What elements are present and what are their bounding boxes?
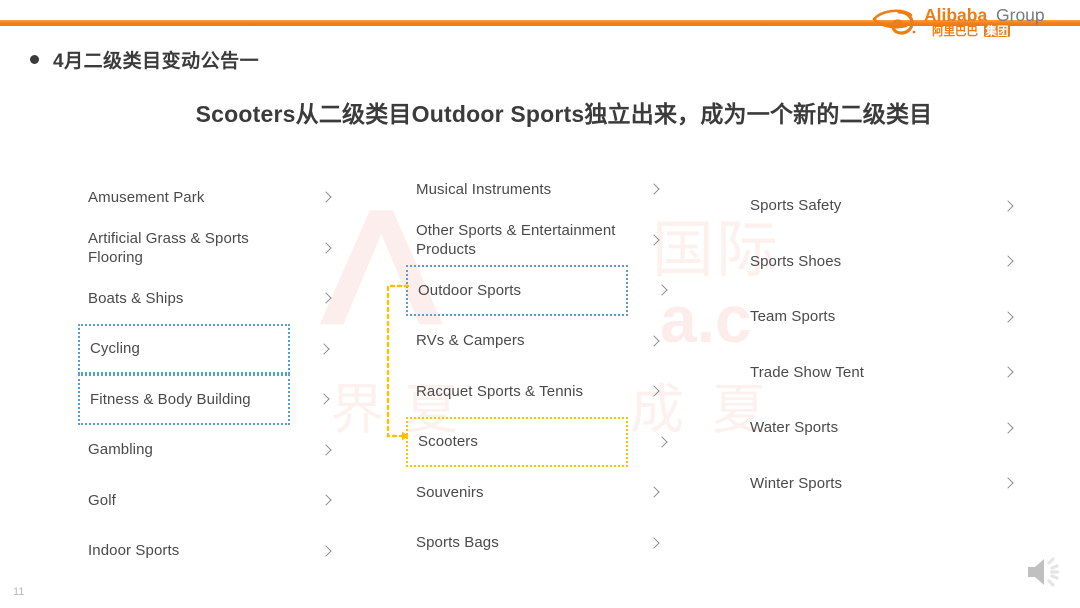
svg-text:集团: 集团: [985, 24, 1009, 38]
chevron-right-icon[interactable]: [656, 435, 670, 449]
category-label: Winter Sports: [750, 474, 843, 492]
category-label: Trade Show Tent: [750, 363, 865, 381]
category-row[interactable]: Golf: [78, 475, 336, 526]
category-label: Outdoor Sports: [418, 281, 522, 299]
category-row[interactable]: Sports Safety: [740, 178, 1018, 234]
chevron-right-icon[interactable]: [1002, 476, 1016, 490]
chevron-right-icon[interactable]: [320, 291, 334, 305]
chevron-right-icon[interactable]: [648, 182, 662, 196]
svg-text:阿里巴巴: 阿里巴巴: [932, 24, 978, 38]
category-label: Sports Safety: [750, 197, 842, 215]
chevron-right-icon[interactable]: [648, 485, 662, 499]
category-label: Fitness & Body Building: [90, 390, 251, 408]
category-row[interactable]: Scooters: [406, 416, 628, 467]
chevron-right-icon[interactable]: [318, 392, 332, 406]
category-label: Other Sports & Entertainment Products: [416, 221, 616, 258]
category-label: Indoor Sports: [88, 542, 180, 560]
chevron-right-icon[interactable]: [1002, 310, 1016, 324]
category-row[interactable]: Trade Show Tent: [740, 345, 1018, 401]
category-label: RVs & Campers: [416, 332, 525, 350]
category-label: Souvenirs: [416, 483, 484, 501]
chevron-right-icon[interactable]: [320, 493, 334, 507]
category-label: Amusement Park: [88, 188, 205, 206]
category-label: Gambling: [88, 441, 153, 459]
bullet-heading: 4月二级类目变动公告一: [30, 46, 259, 73]
category-row[interactable]: Racquet Sports & Tennis: [406, 366, 664, 417]
category-label: Racquet Sports & Tennis: [416, 382, 584, 400]
bullet-heading-label: 4月二级类目变动公告一: [53, 51, 260, 72]
category-column-3: Sports Safety Sports Shoes Team Sports Trad…: [740, 178, 1018, 511]
category-row[interactable]: Outdoor Sports: [406, 265, 628, 316]
chevron-right-icon[interactable]: [648, 334, 662, 348]
svg-text:Group: Group: [996, 5, 1045, 25]
chevron-right-icon[interactable]: [648, 384, 662, 398]
category-row[interactable]: RVs & Campers: [406, 316, 664, 367]
speaker-icon[interactable]: [1018, 548, 1066, 596]
slide-subtitle: Scooters从二级类目Outdoor Sports独立出来，成为一个新的二级…: [195, 101, 933, 127]
category-label: Cycling: [90, 340, 140, 358]
chevron-right-icon[interactable]: [648, 536, 662, 550]
category-row[interactable]: Amusement Park: [78, 172, 336, 223]
category-label: Artificial Grass & Sports Flooring: [88, 229, 249, 266]
category-row[interactable]: Artificial Grass & Sports Flooring: [78, 223, 336, 274]
category-row[interactable]: Sports Shoes: [740, 234, 1018, 290]
category-label: Team Sports: [750, 308, 836, 326]
category-label: Boats & Ships: [88, 289, 184, 307]
category-label: Scooters: [418, 433, 478, 451]
svg-text:Alibaba: Alibaba: [924, 5, 987, 25]
chevron-right-icon[interactable]: [320, 544, 334, 558]
chevron-right-icon[interactable]: [1002, 254, 1016, 268]
category-row[interactable]: Other Sports & Entertainment Products: [406, 215, 664, 266]
category-row[interactable]: Cycling: [78, 323, 290, 374]
chevron-right-icon[interactable]: [1002, 199, 1016, 213]
category-row[interactable]: Water Sports: [740, 400, 1018, 456]
category-row[interactable]: Boats & Ships: [78, 273, 336, 324]
bullet-dot-icon: [30, 55, 39, 64]
watermark-latin: a.c: [660, 282, 752, 356]
category-row[interactable]: Musical Instruments: [406, 164, 664, 215]
chevron-right-icon[interactable]: [320, 190, 334, 204]
category-row[interactable]: Souvenirs: [406, 467, 664, 518]
category-row[interactable]: Indoor Sports: [78, 526, 336, 577]
category-column-2: Musical Instruments Other Sports & Entert…: [406, 164, 664, 568]
category-row[interactable]: Gambling: [78, 425, 336, 476]
alibaba-group-logo: Alibaba Group 阿里巴巴 集团: [866, 2, 1066, 40]
chevron-right-icon[interactable]: [320, 241, 334, 255]
chevron-right-icon[interactable]: [1002, 365, 1016, 379]
category-row[interactable]: Winter Sports: [740, 456, 1018, 512]
category-row[interactable]: Fitness & Body Building: [78, 374, 290, 425]
slide-canvas: Alibaba Group 阿里巴巴 集团 ᐱ 国际 a.c 界夏 成夏 4月二…: [0, 0, 1080, 608]
category-row[interactable]: Team Sports: [740, 289, 1018, 345]
page-number: 11: [13, 586, 25, 598]
category-label: Musical Instruments: [416, 180, 552, 198]
category-column-1: Amusement Park Artificial Grass & Sports …: [78, 172, 336, 576]
chevron-right-icon[interactable]: [648, 233, 662, 247]
chevron-right-icon[interactable]: [1002, 421, 1016, 435]
chevron-right-icon[interactable]: [320, 443, 334, 457]
category-label: Golf: [88, 491, 116, 509]
chevron-right-icon[interactable]: [318, 342, 332, 356]
chevron-right-icon[interactable]: [656, 283, 670, 297]
category-label: Sports Bags: [416, 534, 499, 552]
category-label: Sports Shoes: [750, 252, 842, 270]
category-row[interactable]: Sports Bags: [406, 518, 664, 569]
category-label: Water Sports: [750, 419, 839, 437]
